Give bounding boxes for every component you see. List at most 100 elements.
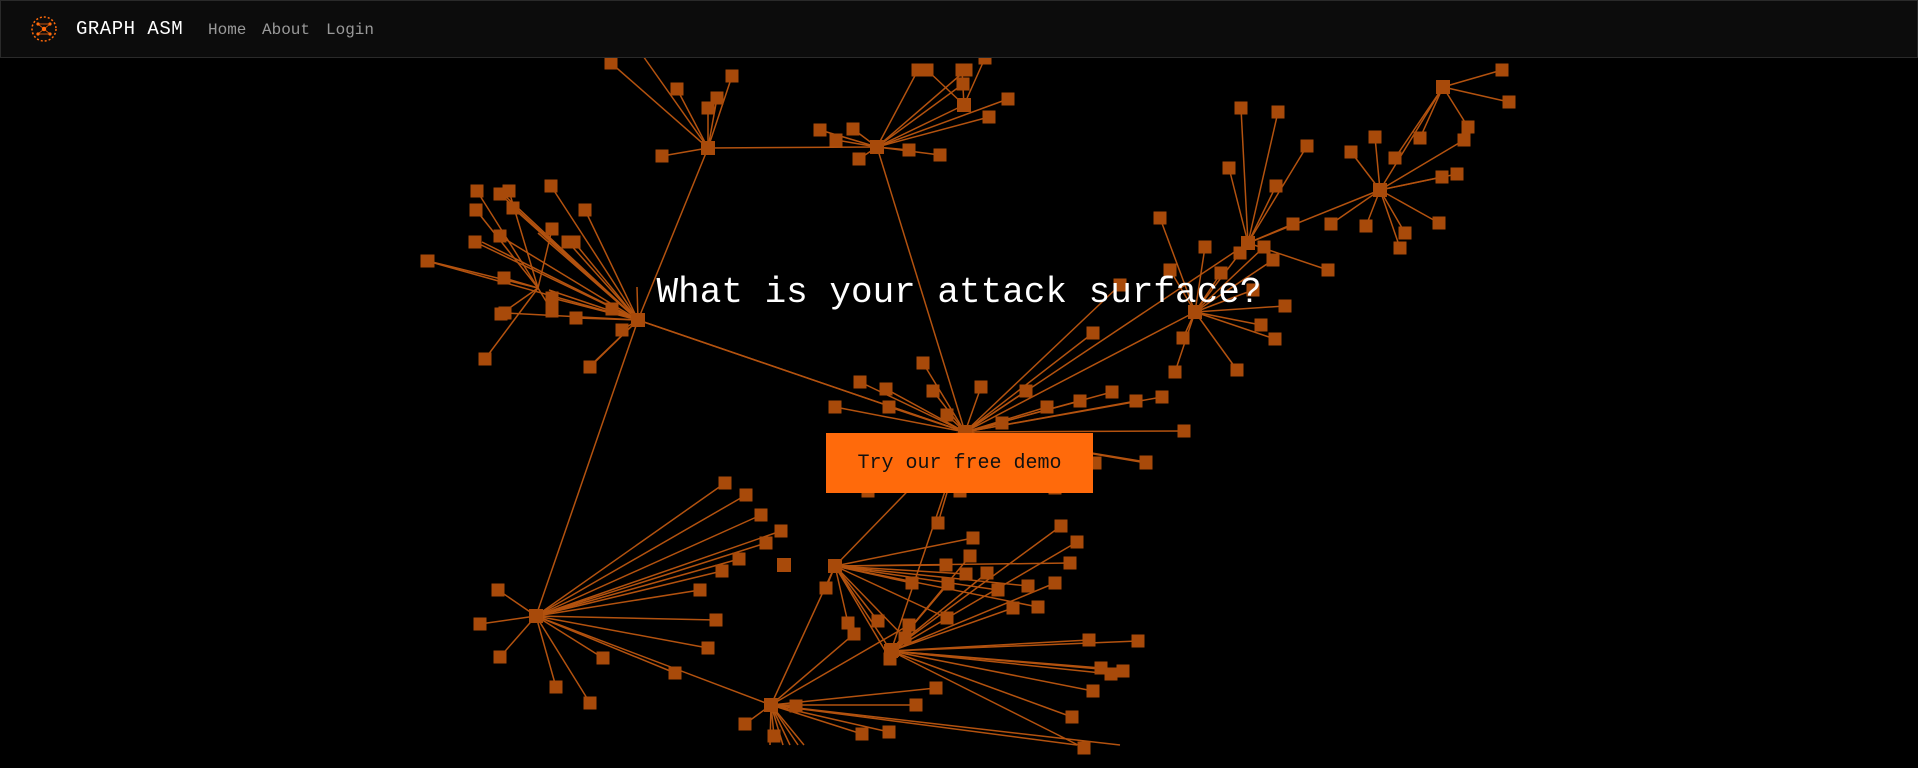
graph-node — [1413, 131, 1427, 145]
graph-node — [549, 680, 563, 694]
graph-node — [1048, 576, 1062, 590]
graph-node — [957, 98, 971, 112]
graph-node — [1269, 179, 1283, 193]
graph-node — [995, 416, 1009, 430]
graph-node — [631, 313, 645, 327]
graph-node — [929, 681, 943, 695]
nav-link-home[interactable]: Home — [208, 21, 246, 39]
graph-node — [1077, 741, 1091, 755]
graph-node — [1461, 120, 1475, 134]
graph-node — [1176, 331, 1190, 345]
graph-node — [583, 696, 597, 710]
graph-node — [1131, 634, 1145, 648]
graph-node — [819, 581, 833, 595]
graph-node — [940, 408, 954, 422]
graph-node — [754, 508, 768, 522]
graph-node — [506, 201, 520, 215]
nav-link-about[interactable]: About — [262, 21, 310, 39]
graph-node — [732, 552, 746, 566]
graph-node — [966, 531, 980, 545]
graph-node — [1104, 667, 1118, 681]
graph-node — [774, 524, 788, 538]
graph-node — [1155, 390, 1169, 404]
brand-name[interactable]: GRAPH ASM — [76, 18, 183, 40]
graph-node — [764, 698, 778, 712]
landing-page: GRAPH ASM Home About Login What is your … — [0, 0, 1918, 768]
graph-node — [1359, 219, 1373, 233]
graph-node — [767, 729, 781, 743]
graph-node — [701, 141, 715, 155]
graph-node — [1065, 710, 1079, 724]
graph-node — [1234, 101, 1248, 115]
graph-node — [1230, 363, 1244, 377]
graph-node — [473, 617, 487, 631]
top-navbar: GRAPH ASM Home About Login — [0, 0, 1918, 58]
graph-node — [933, 148, 947, 162]
graph-node — [502, 184, 516, 198]
graph-node — [828, 400, 842, 414]
graph-node — [1457, 133, 1471, 147]
graph-node — [870, 140, 884, 154]
graph-node — [1105, 385, 1119, 399]
graph-node — [604, 56, 618, 70]
graph-node — [879, 382, 893, 396]
graph-node — [1070, 535, 1084, 549]
graph-node — [1116, 664, 1130, 678]
nav-link-login[interactable]: Login — [326, 21, 374, 39]
graph-node — [909, 698, 923, 712]
graph-node — [578, 203, 592, 217]
graph-node — [421, 254, 435, 268]
graph-node — [569, 311, 583, 325]
graph-node — [959, 567, 973, 581]
graph-node — [715, 564, 729, 578]
graph-node — [1031, 600, 1045, 614]
graph-node — [1086, 326, 1100, 340]
graph-node — [841, 616, 855, 630]
graph-node — [759, 536, 773, 550]
attack-surface-graph-background — [420, 39, 1516, 755]
graph-node — [974, 380, 988, 394]
graph-node — [829, 133, 843, 147]
graph-node — [789, 699, 803, 713]
graph-node — [1198, 240, 1212, 254]
graph-node — [1373, 183, 1387, 197]
graph-node — [902, 618, 916, 632]
graph-node — [905, 576, 919, 590]
free-demo-button[interactable]: Try our free demo — [826, 433, 1093, 493]
graph-node — [982, 110, 996, 124]
graph-node — [493, 650, 507, 664]
graph-node — [718, 476, 732, 490]
graph-node — [1271, 105, 1285, 119]
graph-node — [596, 651, 610, 665]
graph-node — [1129, 394, 1143, 408]
graph-node — [1222, 161, 1236, 175]
graph-node — [846, 122, 860, 136]
graph-node — [855, 727, 869, 741]
graph-node — [940, 611, 954, 625]
graph-node — [1502, 95, 1516, 109]
graph-logo-icon[interactable] — [29, 14, 59, 44]
graph-node — [739, 488, 753, 502]
graph-node — [1300, 139, 1314, 153]
graph-node — [615, 323, 629, 337]
graph-node — [1001, 92, 1015, 106]
graph-node — [468, 235, 482, 249]
graph-node — [1435, 170, 1449, 184]
graph-node — [931, 516, 945, 530]
graph-node — [939, 558, 953, 572]
graph-node — [1153, 211, 1167, 225]
graph-node — [882, 400, 896, 414]
hero-title: What is your attack surface? — [656, 272, 1262, 313]
graph-node — [813, 123, 827, 137]
graph-node — [991, 583, 1005, 597]
graph-node — [1436, 80, 1450, 94]
graph-node — [583, 360, 597, 374]
graph-node — [898, 631, 912, 645]
graph-node — [885, 643, 899, 657]
graph-node — [1086, 684, 1100, 698]
graph-node — [470, 184, 484, 198]
graph-node — [926, 384, 940, 398]
graph-node — [916, 356, 930, 370]
graph-node — [1063, 556, 1077, 570]
graph-node — [1450, 167, 1464, 181]
